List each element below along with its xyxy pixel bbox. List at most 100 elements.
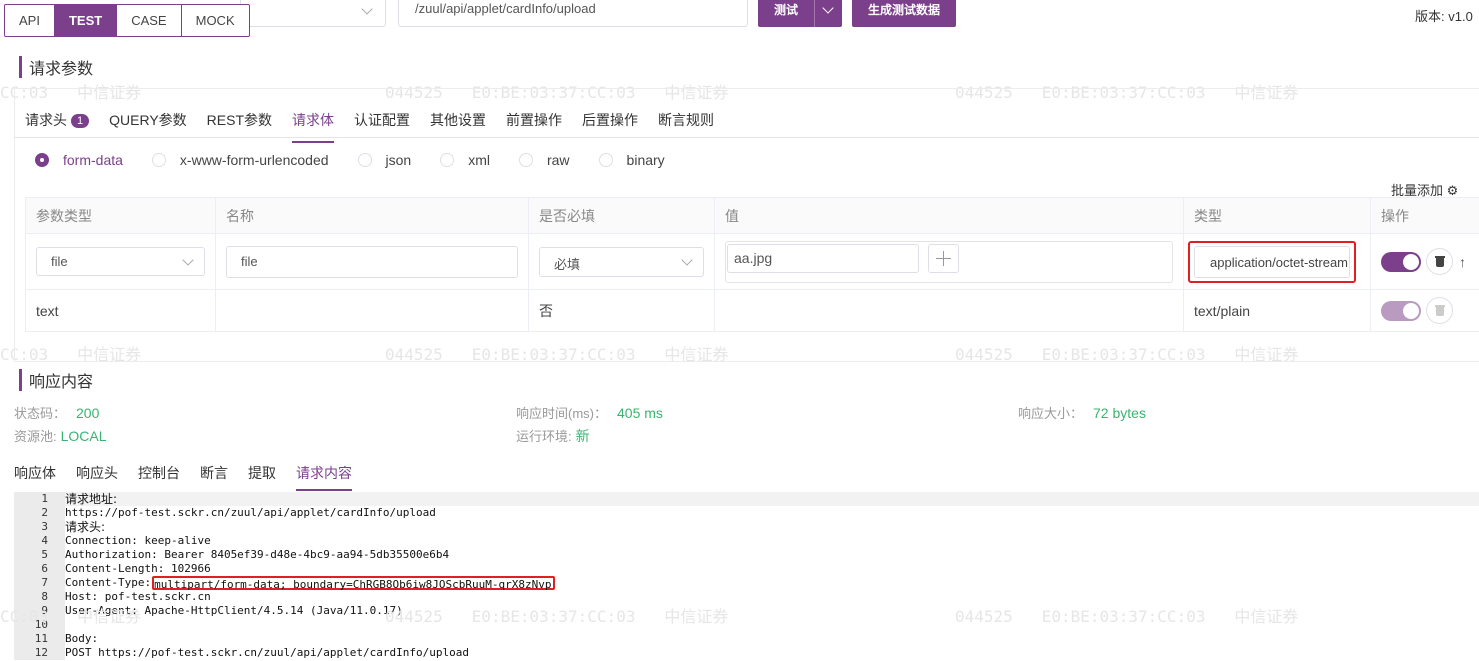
tab-other-settings[interactable]: 其他设置 bbox=[430, 110, 486, 143]
highlight-box: application/octet-stream bbox=[1188, 240, 1356, 283]
request-section-title: 请求参数 bbox=[19, 55, 93, 79]
param-type-cell: text bbox=[25, 289, 216, 332]
line-number: 6 bbox=[14, 562, 48, 576]
tab-response-body[interactable]: 响应体 bbox=[14, 463, 56, 491]
tab-headers[interactable]: 请求头 1 bbox=[25, 110, 90, 143]
code-text: Connection: keep-alive bbox=[65, 534, 211, 547]
tab-response-headers[interactable]: 响应头 bbox=[76, 463, 118, 491]
tab-rest[interactable]: REST参数 bbox=[207, 110, 272, 143]
radio-icon bbox=[518, 153, 533, 167]
body-type-radios: form-data x-www-form-urlencoded json xml… bbox=[35, 152, 688, 168]
line-number: 3 bbox=[14, 520, 48, 534]
radio-label: binary bbox=[626, 152, 665, 168]
request-tabs: 请求头 1 QUERY参数 REST参数 请求体 认证配置 其他设置 前置操作 后… bbox=[25, 110, 734, 143]
method-select[interactable] bbox=[240, 0, 386, 27]
enable-toggle[interactable] bbox=[1381, 300, 1421, 321]
response-section-label: 响应内容 bbox=[29, 374, 94, 391]
value-cell[interactable] bbox=[714, 289, 1184, 332]
param-name-input[interactable]: file bbox=[226, 245, 518, 278]
headers-count-badge: 1 bbox=[71, 114, 90, 128]
tab-assertions[interactable]: 断言规则 bbox=[658, 110, 714, 143]
tab-body[interactable]: 请求体 bbox=[292, 110, 335, 143]
enable-toggle[interactable] bbox=[1381, 251, 1421, 272]
line-number: 12 bbox=[14, 646, 48, 660]
param-type-select[interactable]: file bbox=[36, 247, 205, 276]
tab-query[interactable]: QUERY参数 bbox=[109, 110, 187, 143]
env-value: 新 bbox=[575, 428, 590, 444]
radio-binary[interactable]: binary bbox=[598, 152, 665, 168]
name-cell: file bbox=[215, 233, 529, 290]
gutter bbox=[48, 534, 65, 548]
code-text: 请求头: bbox=[65, 520, 106, 534]
radio-label: json bbox=[385, 152, 412, 168]
radio-json[interactable]: json bbox=[357, 152, 412, 168]
code-text: User-Agent: Apache-HttpClient/4.5.14 (Ja… bbox=[65, 604, 403, 617]
request-content-viewer[interactable]: 1 请求地址: 2 https://pof-test.sckr.cn/zuul/ap… bbox=[14, 492, 1479, 661]
radio-icon bbox=[440, 153, 455, 167]
url-input[interactable]: /zuul/api/applet/cardInfo/upload bbox=[398, 0, 748, 27]
radio-x-www-form-urlencoded[interactable]: x-www-form-urlencoded bbox=[151, 152, 329, 168]
add-file-button[interactable] bbox=[928, 243, 959, 273]
required-value: 必填 bbox=[554, 256, 581, 272]
time-label: 响应时间(ms)： bbox=[516, 406, 607, 421]
test-button[interactable]: 测试 bbox=[758, 0, 842, 27]
test-dropdown-button[interactable] bbox=[814, 0, 842, 27]
run-environment: 运行环境: 新 bbox=[516, 426, 590, 446]
param-type-cell: file bbox=[25, 233, 216, 290]
radio-label: raw bbox=[546, 152, 570, 168]
chevron-down-icon bbox=[822, 2, 834, 14]
table-row: file file 必填 aa.jpg application/octet-st… bbox=[25, 233, 1479, 290]
code-line: 6 Content-Length: 102966 bbox=[14, 562, 1479, 576]
request-section-label: 请求参数 bbox=[29, 61, 94, 78]
mode-tab-case[interactable]: CASE bbox=[117, 5, 182, 36]
gutter bbox=[48, 590, 65, 604]
column-header: 参数类型 bbox=[25, 197, 216, 234]
column-header: 值 bbox=[714, 197, 1184, 234]
status-label: 状态码： bbox=[14, 406, 67, 421]
content-type-cell: application/octet-stream bbox=[1183, 233, 1371, 290]
code-text: Body: bbox=[65, 632, 99, 645]
radio-raw[interactable]: raw bbox=[518, 152, 570, 168]
tab-extract[interactable]: 提取 bbox=[248, 463, 276, 491]
code-line: 10 bbox=[14, 618, 1479, 632]
tab-auth[interactable]: 认证配置 bbox=[354, 110, 410, 143]
name-cell[interactable] bbox=[215, 289, 529, 332]
response-tabs: 响应体 响应头 控制台 断言 提取 请求内容 bbox=[14, 463, 372, 491]
time-value: 405 ms bbox=[617, 405, 663, 421]
radio-form-data[interactable]: form-data bbox=[35, 152, 123, 168]
delete-icon[interactable] bbox=[1426, 297, 1453, 324]
tab-pre-script[interactable]: 前置操作 bbox=[506, 110, 562, 143]
chevron-down-icon bbox=[361, 3, 373, 15]
file-value-input[interactable]: aa.jpg bbox=[727, 243, 919, 273]
mode-tab-test[interactable]: TEST bbox=[54, 5, 118, 36]
code-line: 4 Connection: keep-alive bbox=[14, 534, 1479, 548]
params-table: 参数类型 名称 是否必填 值 类型 操作 file file 必填 aa.jpg… bbox=[25, 197, 1479, 332]
file-value-box: aa.jpg bbox=[725, 240, 1173, 283]
tab-post-script[interactable]: 后置操作 bbox=[582, 110, 638, 143]
radio-xml[interactable]: xml bbox=[440, 152, 490, 168]
response-time: 响应时间(ms)： 405 ms bbox=[516, 403, 663, 422]
move-up-icon[interactable]: ↑ bbox=[1459, 254, 1466, 270]
tabs-divider bbox=[14, 137, 1479, 138]
gutter bbox=[48, 520, 65, 534]
version-label: 版本: v1.0 bbox=[1415, 9, 1473, 24]
code-text: https://pof-test.sckr.cn/zuul/api/applet… bbox=[65, 506, 436, 519]
required-select[interactable]: 必填 bbox=[539, 246, 704, 277]
tab-assertion[interactable]: 断言 bbox=[200, 463, 228, 491]
table-header-row: 参数类型 名称 是否必填 值 类型 操作 bbox=[25, 197, 1479, 234]
radio-label: xml bbox=[468, 152, 490, 168]
mode-tab-mock[interactable]: MOCK bbox=[182, 5, 249, 36]
generate-test-data-button[interactable]: 生成测试数据 bbox=[852, 0, 956, 27]
gutter bbox=[48, 492, 65, 506]
line-number: 5 bbox=[14, 548, 48, 562]
mode-tabs: API TEST CASE MOCK bbox=[4, 4, 250, 37]
tab-console[interactable]: 控制台 bbox=[138, 463, 180, 491]
section-accent-bar bbox=[19, 56, 22, 78]
tab-request-content[interactable]: 请求内容 bbox=[296, 463, 352, 491]
gutter bbox=[48, 562, 65, 576]
line-number: 7 bbox=[14, 576, 48, 590]
delete-icon[interactable] bbox=[1426, 248, 1453, 275]
code-text: Content-Length: 102966 bbox=[65, 562, 211, 575]
mode-tab-api[interactable]: API bbox=[5, 5, 55, 36]
content-type-input[interactable]: application/octet-stream bbox=[1194, 245, 1350, 278]
